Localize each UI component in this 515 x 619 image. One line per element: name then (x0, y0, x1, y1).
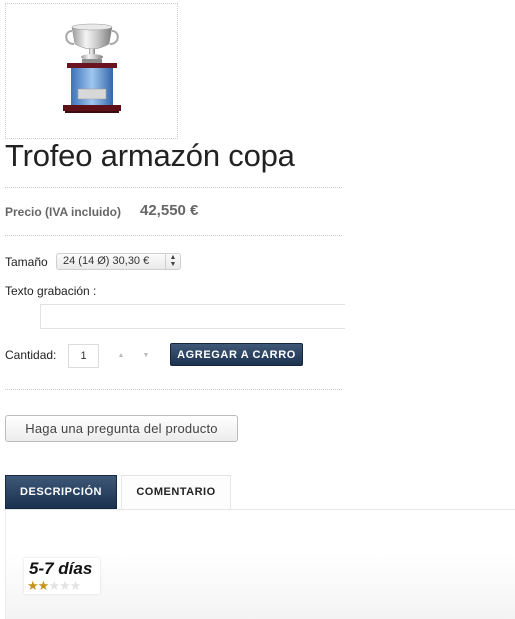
price-label: Precio (IVA incluido) (5, 205, 122, 219)
triangle-down-icon[interactable]: ▼ (138, 350, 154, 362)
delivery-time: 5-7 días (29, 559, 93, 578)
size-select[interactable]: 24 (14 Ø) 30,30 € ▲ ▼ (56, 253, 181, 270)
quantity-label: Cantidad: (5, 348, 57, 362)
rating-stars: ★★★★★ (27, 578, 82, 594)
star-icon: ★ (48, 578, 60, 593)
tab-comments[interactable]: COMENTARIO (121, 475, 231, 509)
star-icon: ★ (58, 578, 71, 593)
product-title: Trofeo armazón copa (5, 138, 295, 173)
tab-description[interactable]: DESCRIPCIÓN (5, 475, 117, 509)
engraving-text-input[interactable] (40, 304, 345, 329)
trophy-cup-image (63, 23, 121, 113)
product-image[interactable] (5, 3, 178, 139)
star-icon: ★ (37, 578, 50, 593)
price-value: 42,550 € (140, 202, 199, 219)
engraving-label: Texto grabación : (5, 284, 97, 298)
divider (5, 235, 342, 236)
ask-question-button[interactable]: Haga una pregunta del producto (5, 415, 238, 442)
divider (5, 187, 342, 188)
delivery-badge: 5-7 días ★★★★★ (24, 558, 100, 594)
quantity-input[interactable]: 1 (68, 344, 99, 368)
size-selected-value: 24 (14 Ø) 30,30 € (63, 255, 150, 267)
up-down-arrows-icon: ▲ ▼ (165, 254, 180, 269)
triangle-up-icon[interactable]: ▲ (113, 350, 129, 362)
star-icon: ★ (27, 578, 39, 593)
divider (5, 389, 342, 390)
add-to-cart-button[interactable]: AGREGAR A CARRO (170, 343, 303, 366)
size-label: Tamaño (5, 255, 48, 269)
star-icon: ★ (69, 578, 82, 593)
